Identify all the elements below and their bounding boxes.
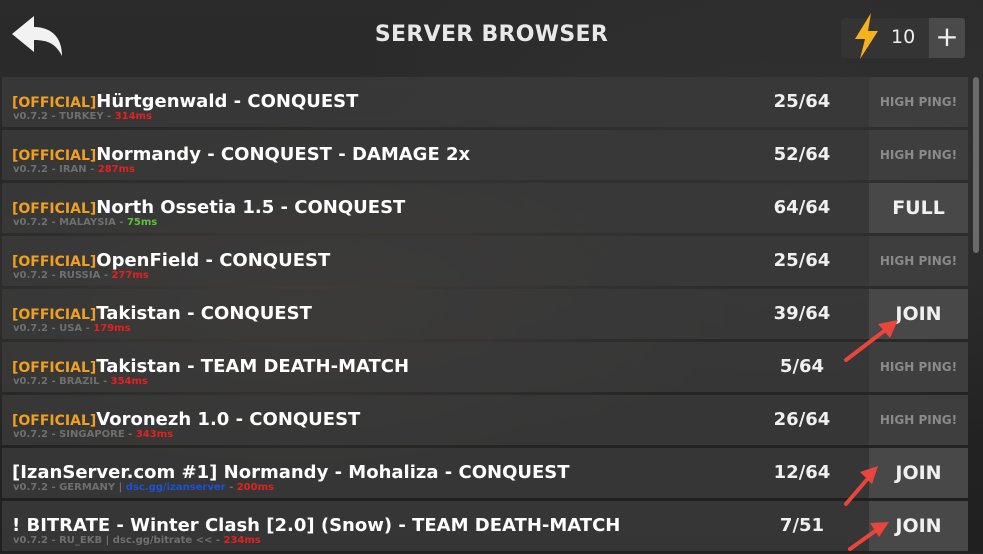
server-row: [IzanServer.com #1] Normandy - Mohaliza … <box>2 448 968 498</box>
annotation-arrow-icon <box>844 466 878 506</box>
header-bar: SERVER BROWSER 10 + <box>0 0 983 74</box>
server-title: Voronezh 1.0 - CONQUEST <box>96 409 361 430</box>
energy-counter: 10 + <box>841 13 965 59</box>
official-tag: [OFFICIAL] <box>12 413 97 429</box>
player-count: 7/51 <box>779 515 825 536</box>
server-ping: 75ms <box>126 217 158 228</box>
official-tag: [OFFICIAL] <box>12 254 97 270</box>
annotation-arrow-icon <box>848 522 889 551</box>
server-name: [OFFICIAL]Takistan - CONQUEST <box>12 303 312 324</box>
server-name: [OFFICIAL]Hürtgenwald - CONQUEST <box>12 91 358 112</box>
server-title: OpenField - CONQUEST <box>96 250 331 271</box>
annotation-arrow-icon <box>844 320 898 362</box>
server-version-region: v0.7.2 - BRAZIL - <box>13 376 111 387</box>
server-title: Hürtgenwald - CONQUEST <box>96 91 359 112</box>
player-count: 12/64 <box>773 462 831 483</box>
official-tag: [OFFICIAL] <box>12 148 97 164</box>
server-title: Normandy - CONQUEST - DAMAGE 2x <box>96 144 471 165</box>
server-row: [OFFICIAL]Takistan - TEAM DEATH-MATCH v0… <box>2 342 968 392</box>
server-meta: v0.7.2 - BRAZIL - 354ms <box>13 376 148 387</box>
full-label: FULL <box>869 183 968 233</box>
server-list: [OFFICIAL]Hürtgenwald - CONQUEST v0.7.2 … <box>2 77 968 554</box>
server-ping: 200ms <box>236 482 274 493</box>
server-ping: 343ms <box>135 429 174 440</box>
server-meta: v0.7.2 - MALAYSIA - 75ms <box>13 217 157 228</box>
server-ping: 234ms <box>223 535 261 546</box>
player-count: 26/64 <box>773 409 831 430</box>
server-ping: 179ms <box>93 323 131 334</box>
add-energy-button[interactable]: + <box>929 18 965 58</box>
lightning-bolt-icon <box>855 13 878 59</box>
server-version-region: v0.7.2 - RU_EKB | dsc.gg/bitrate << - <box>13 535 224 546</box>
server-version-region: v0.7.2 - USA - <box>13 323 94 334</box>
high-ping-label: HIGH PING! <box>869 395 968 445</box>
official-tag: [OFFICIAL] <box>12 307 97 323</box>
player-count: 25/64 <box>773 91 831 112</box>
official-tag: [OFFICIAL] <box>12 95 97 111</box>
official-tag: [OFFICIAL] <box>12 201 97 217</box>
server-title: ! BITRATE - Winter Clash [2.0] (Snow) - … <box>12 515 621 536</box>
server-meta: v0.7.2 - SINGAPORE - 343ms <box>13 429 173 440</box>
server-row: [OFFICIAL]Hürtgenwald - CONQUEST v0.7.2 … <box>2 77 968 127</box>
server-meta: v0.7.2 - RUSSIA - 277ms <box>13 270 149 281</box>
server-title: Takistan - TEAM DEATH-MATCH <box>96 356 410 377</box>
high-ping-label: HIGH PING! <box>869 236 968 286</box>
server-ping: 354ms <box>110 376 148 387</box>
official-tag: [OFFICIAL] <box>12 360 97 376</box>
server-ping: 287ms <box>97 164 135 175</box>
server-meta: v0.7.2 - GERMANY | dsc.gg/izanserver - 2… <box>13 482 274 493</box>
server-title: North Ossetia 1.5 - CONQUEST <box>96 197 406 218</box>
server-name: [OFFICIAL]Normandy - CONQUEST - DAMAGE 2… <box>12 144 470 165</box>
player-count: 52/64 <box>773 144 831 165</box>
server-row: [OFFICIAL]Takistan - CONQUEST v0.7.2 - U… <box>2 289 968 339</box>
server-version-region: v0.7.2 - RUSSIA - <box>13 270 112 281</box>
server-name: [OFFICIAL]North Ossetia 1.5 - CONQUEST <box>12 197 405 218</box>
meta-separator: - <box>225 482 237 493</box>
server-ping: 314ms <box>114 111 152 122</box>
server-version-region: v0.7.2 - MALAYSIA - <box>13 217 127 228</box>
join-button[interactable]: JOIN <box>869 448 968 498</box>
server-version-region: v0.7.2 - SINGAPORE - <box>13 429 136 440</box>
server-meta: v0.7.2 - IRAN - 287ms <box>13 164 135 175</box>
server-name: [OFFICIAL]Takistan - TEAM DEATH-MATCH <box>12 356 409 377</box>
player-count: 25/64 <box>773 250 831 271</box>
server-meta: v0.7.2 - USA - 179ms <box>13 323 131 334</box>
server-discord-link: dsc.gg/izanserver <box>125 482 226 493</box>
server-row: [OFFICIAL]North Ossetia 1.5 - CONQUEST v… <box>2 183 968 233</box>
page-title: SERVER BROWSER <box>374 22 609 47</box>
server-version-region: v0.7.2 - IRAN - <box>13 164 98 175</box>
server-row: [OFFICIAL]OpenField - CONQUEST v0.7.2 - … <box>2 236 968 286</box>
server-version-region: v0.7.2 - TURKEY - <box>13 111 115 122</box>
server-ping: 277ms <box>111 270 149 281</box>
server-meta: v0.7.2 - TURKEY - 314ms <box>13 111 152 122</box>
server-meta: v0.7.2 - RU_EKB | dsc.gg/bitrate << - 23… <box>13 535 261 546</box>
energy-count: 10 <box>891 26 916 48</box>
high-ping-label: HIGH PING! <box>869 77 968 127</box>
server-version-region: v0.7.2 - GERMANY | <box>13 482 126 493</box>
player-count: 64/64 <box>773 197 831 218</box>
server-name: [OFFICIAL]OpenField - CONQUEST <box>12 250 330 271</box>
server-row: [OFFICIAL]Voronezh 1.0 - CONQUEST v0.7.2… <box>2 395 968 445</box>
server-row: ! BITRATE - Winter Clash [2.0] (Snow) - … <box>2 501 968 551</box>
player-count: 39/64 <box>773 303 831 324</box>
server-title: [IzanServer.com #1] Normandy - Mohaliza … <box>12 462 570 483</box>
server-title: Takistan - CONQUEST <box>96 303 312 324</box>
player-count: 5/64 <box>779 356 825 377</box>
high-ping-label: HIGH PING! <box>869 130 968 180</box>
server-name: [IzanServer.com #1] Normandy - Mohaliza … <box>12 462 570 483</box>
server-name: ! BITRATE - Winter Clash [2.0] (Snow) - … <box>12 515 620 536</box>
scrollbar-thumb[interactable] <box>973 77 979 253</box>
server-name: [OFFICIAL]Voronezh 1.0 - CONQUEST <box>12 409 360 430</box>
server-row: [OFFICIAL]Normandy - CONQUEST - DAMAGE 2… <box>2 130 968 180</box>
